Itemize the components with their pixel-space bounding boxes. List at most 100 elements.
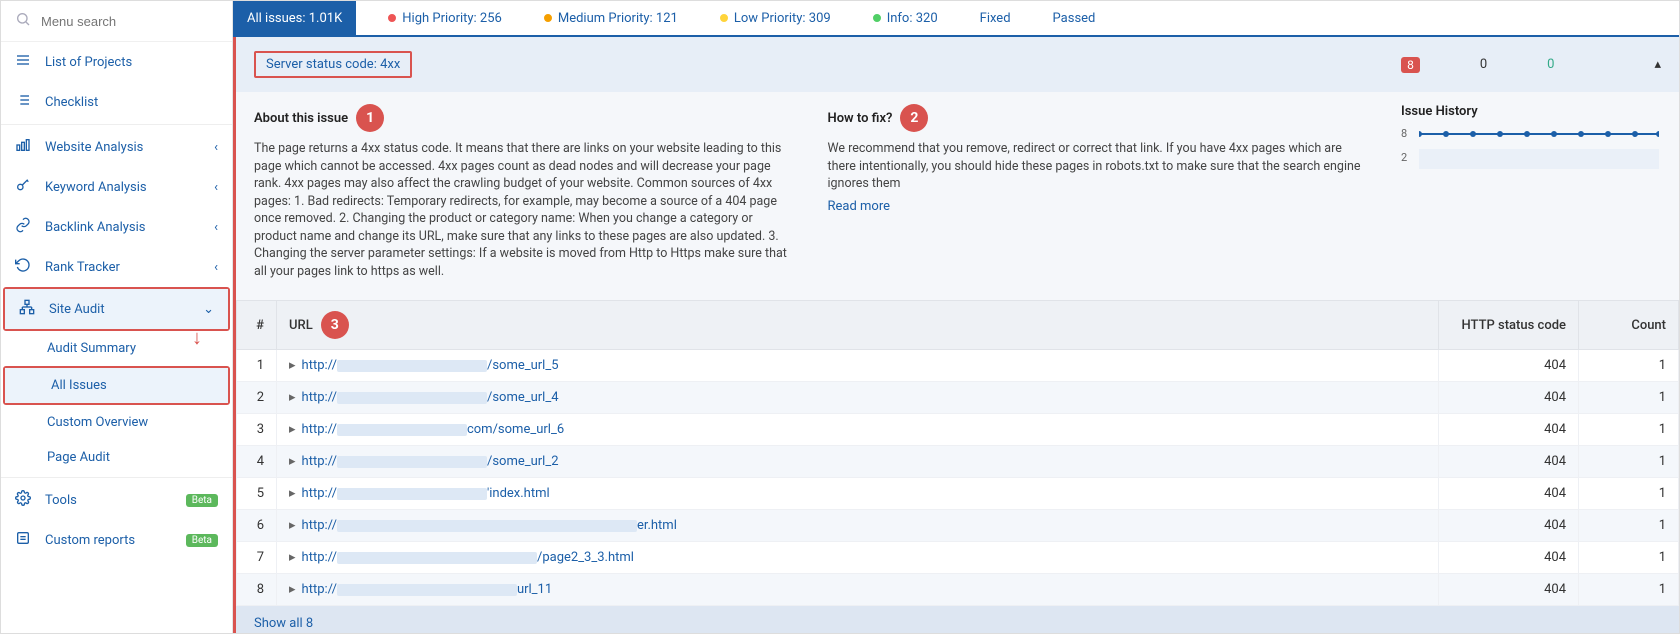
url-link[interactable]: http:// — [302, 454, 337, 469]
tab-label: Info: 320 — [887, 11, 938, 26]
list-icon — [15, 92, 33, 112]
url-link[interactable]: http:// — [302, 390, 337, 405]
show-all-link[interactable]: Show all 8 — [236, 606, 1679, 633]
expand-row-icon[interactable]: ▸ — [289, 550, 296, 565]
chevron-left-icon: ‹ — [214, 140, 218, 155]
sidebar-page-audit[interactable]: Page Audit — [1, 440, 232, 475]
sidebar-item-label: Tools — [45, 493, 77, 508]
url-link-suffix[interactable]: er.html — [637, 518, 677, 533]
url-link-suffix[interactable]: /page2_3_3.html — [537, 550, 634, 565]
tab-fixed[interactable]: Fixed — [970, 1, 1021, 36]
read-more-link[interactable]: Read more — [828, 199, 891, 214]
row-http: 404 — [1439, 542, 1579, 574]
tab-low-priority[interactable]: Low Priority: 309 — [710, 1, 841, 36]
sidebar-item-label: Rank Tracker — [45, 260, 120, 275]
table-row: 8▸http://url_114041 — [237, 574, 1679, 606]
row-count: 1 — [1579, 446, 1679, 478]
tab-label: Medium Priority: 121 — [558, 11, 678, 26]
history-icon — [15, 257, 33, 277]
table-row: 4▸http:///some_url_24041 — [237, 446, 1679, 478]
sidebar-item-label: Website Analysis — [45, 140, 143, 155]
annotation-number-1: 1 — [356, 104, 384, 132]
dot-red-icon — [388, 14, 396, 22]
expand-row-icon[interactable]: ▸ — [289, 358, 296, 373]
sidebar-checklist[interactable]: Checklist — [1, 82, 232, 122]
row-count: 1 — [1579, 382, 1679, 414]
row-num: 3 — [237, 414, 277, 446]
row-count: 1 — [1579, 510, 1679, 542]
url-link-suffix[interactable]: /some_url_5 — [487, 358, 559, 373]
sidebar-audit-summary[interactable]: Audit Summary ↓ — [1, 331, 232, 366]
url-redacted — [337, 488, 487, 500]
sidebar-website-analysis[interactable]: Website Analysis ‹ — [1, 127, 232, 167]
row-http: 404 — [1439, 382, 1579, 414]
row-num: 7 — [237, 542, 277, 574]
tabs-bar: All issues: 1.01K High Priority: 256 Med… — [233, 1, 1679, 37]
col-http[interactable]: HTTP status code — [1439, 301, 1579, 350]
expand-row-icon[interactable]: ▸ — [289, 422, 296, 437]
col-count[interactable]: Count — [1579, 301, 1679, 350]
expand-row-icon[interactable]: ▸ — [289, 518, 296, 533]
table-row: 6▸http://er.html4041 — [237, 510, 1679, 542]
menu-search-input[interactable] — [41, 14, 218, 29]
expand-row-icon[interactable]: ▸ — [289, 390, 296, 405]
url-link[interactable]: http:// — [302, 486, 337, 501]
sidebar-tools[interactable]: Tools Beta — [1, 480, 232, 520]
url-link-suffix[interactable]: com/some_url_6 — [467, 422, 564, 437]
tab-all-issues[interactable]: All issues: 1.01K — [233, 1, 356, 36]
url-link[interactable]: http:// — [302, 550, 337, 565]
sidebar-custom-reports[interactable]: Custom reports Beta — [1, 520, 232, 560]
expand-row-icon[interactable]: ▸ — [289, 454, 296, 469]
sidebar-custom-overview[interactable]: Custom Overview — [1, 405, 232, 440]
info-grid: About this issue 1 The page returns a 4x… — [236, 92, 1679, 300]
row-url-cell: ▸ http:// /some_url_5 — [277, 350, 1439, 382]
collapse-caret-icon[interactable]: ▴ — [1654, 57, 1661, 72]
tab-info[interactable]: Info: 320 — [863, 1, 948, 36]
sidebar-all-issues[interactable]: All Issues — [5, 368, 228, 403]
sidebar: List of Projects Checklist Website Analy… — [1, 1, 233, 633]
url-link[interactable]: http:// — [302, 422, 337, 437]
sidebar-site-audit[interactable]: Site Audit ⌄ — [5, 289, 228, 329]
dot-yellow-icon — [720, 14, 728, 22]
url-link-suffix[interactable]: /some_url_2 — [487, 454, 559, 469]
tab-medium-priority[interactable]: Medium Priority: 121 — [534, 1, 688, 36]
link-icon — [15, 217, 33, 237]
tab-passed[interactable]: Passed — [1043, 1, 1106, 36]
row-http: 404 — [1439, 510, 1579, 542]
col-url[interactable]: URL 3 — [277, 301, 1439, 350]
history-column: Issue History 8 2 — [1401, 104, 1661, 280]
tab-high-priority[interactable]: High Priority: 256 — [378, 1, 512, 36]
sidebar-rank-tracker[interactable]: Rank Tracker ‹ — [1, 247, 232, 287]
url-link-suffix[interactable]: /some_url_4 — [487, 390, 559, 405]
sidebar-list-of-projects[interactable]: List of Projects — [1, 42, 232, 82]
main-content: All issues: 1.01K High Priority: 256 Med… — [233, 1, 1679, 633]
row-num: 4 — [237, 446, 277, 478]
stat-error-count: 8 — [1401, 57, 1420, 73]
issue-title[interactable]: Server status code: 4xx — [254, 51, 412, 78]
sidebar-keyword-analysis[interactable]: Keyword Analysis ‹ — [1, 167, 232, 207]
howto-heading: How to fix? — [828, 111, 893, 126]
url-link[interactable]: http:// — [302, 518, 337, 533]
row-url-cell: ▸ http:// 'index.html — [277, 478, 1439, 510]
url-link-suffix[interactable]: 'index.html — [487, 486, 550, 501]
tab-label: Fixed — [980, 11, 1011, 26]
stat-zero: 0 — [1480, 57, 1487, 72]
expand-row-icon[interactable]: ▸ — [289, 582, 296, 597]
about-column: About this issue 1 The page returns a 4x… — [254, 104, 798, 280]
col-url-label: URL — [289, 318, 313, 333]
url-redacted — [337, 360, 487, 372]
sidebar-backlink-analysis[interactable]: Backlink Analysis ‹ — [1, 207, 232, 247]
row-http: 404 — [1439, 574, 1579, 606]
row-http: 404 — [1439, 478, 1579, 510]
sidebar-item-label: List of Projects — [45, 55, 132, 70]
hamburger-icon — [15, 52, 33, 72]
key-icon — [15, 177, 33, 197]
expand-row-icon[interactable]: ▸ — [289, 486, 296, 501]
col-num[interactable]: # — [237, 301, 277, 350]
url-redacted — [337, 456, 487, 468]
url-link-suffix[interactable]: url_11 — [517, 582, 552, 597]
url-link[interactable]: http:// — [302, 582, 337, 597]
chart-icon — [15, 137, 33, 157]
annotation-number-3: 3 — [321, 311, 349, 339]
url-link[interactable]: http:// — [302, 358, 337, 373]
